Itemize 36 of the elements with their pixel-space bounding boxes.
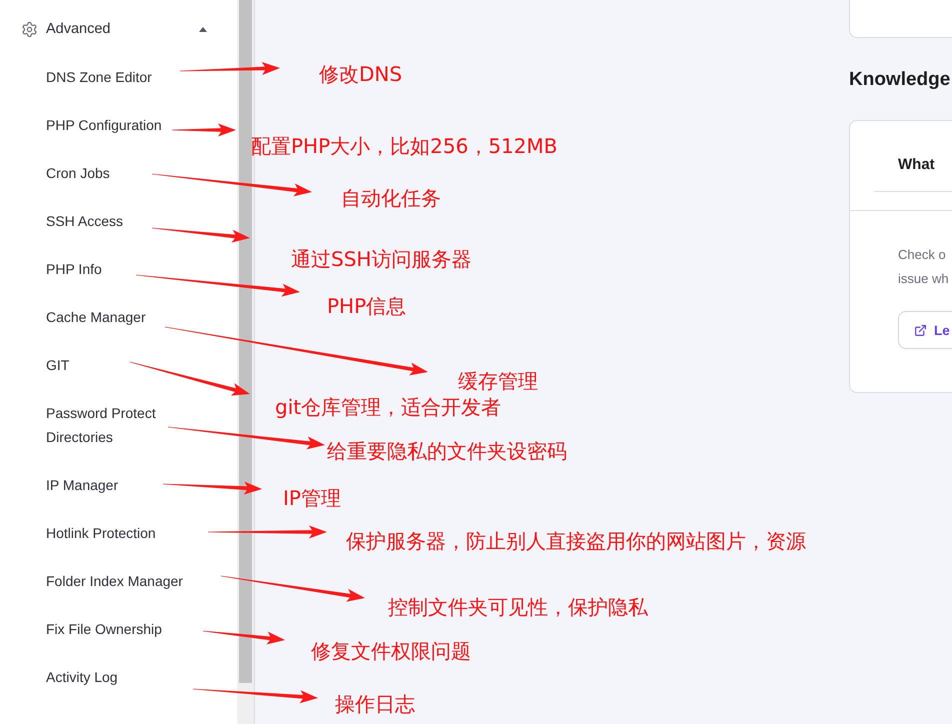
annotation-text: IP管理 bbox=[283, 485, 341, 511]
sidebar-link[interactable]: Activity Log bbox=[46, 653, 196, 701]
annotation-text: 通过SSH访问服务器 bbox=[291, 246, 472, 272]
card-text: issue wh bbox=[898, 270, 950, 288]
annotation-text: 保护服务器，防止别人直接盗用你的网站图片，资源 bbox=[346, 528, 806, 554]
annotation-text: 修改DNS bbox=[319, 61, 402, 87]
scrollbar-thumb[interactable] bbox=[239, 0, 252, 683]
arrow bbox=[172, 124, 236, 136]
sidebar-link[interactable]: PHP Info bbox=[46, 245, 196, 293]
annotation-text: 控制文件夹可见性，保护隐私 bbox=[388, 594, 648, 620]
sidebar-link[interactable]: Password Protect Directories bbox=[46, 389, 196, 461]
sidebar-link[interactable]: Fix File Ownership bbox=[46, 605, 196, 653]
annotation-text: 配置PHP大小，比如256，512MB bbox=[251, 133, 558, 159]
learn-more-button[interactable]: Le bbox=[898, 311, 952, 349]
sidebar-link[interactable]: SSH Access bbox=[46, 197, 196, 245]
annotation-text: 给重要隐私的文件夹设密码 bbox=[327, 438, 567, 464]
card-title: What bbox=[897, 155, 936, 175]
gear-icon bbox=[21, 20, 38, 38]
sidebar-link[interactable]: Hotlink Protection bbox=[46, 509, 196, 557]
card-text: Check o bbox=[898, 246, 947, 264]
annotation-text: 操作日志 bbox=[335, 691, 415, 717]
annotation-text: 修复文件权限问题 bbox=[311, 638, 471, 664]
external-link-icon bbox=[914, 324, 927, 336]
sidebar-link[interactable]: Cron Jobs bbox=[46, 149, 196, 197]
annotation-text: 缓存管理 bbox=[458, 368, 538, 394]
sidebar-link[interactable]: Cache Manager bbox=[46, 293, 196, 341]
sidebar-link[interactable]: Folder Index Manager bbox=[46, 557, 196, 605]
sidebar-link[interactable]: DNS Zone Editor bbox=[46, 53, 196, 101]
annotation-text: 自动化任务 bbox=[341, 185, 441, 211]
sidebar-link[interactable]: PHP Configuration bbox=[46, 101, 196, 149]
annotation-text: PHP信息 bbox=[327, 293, 406, 319]
sidebar-link[interactable]: IP Manager bbox=[46, 461, 196, 509]
section-toggle[interactable]: Advanced bbox=[21, 5, 207, 53]
section-heading: Knowledge bbox=[849, 68, 952, 92]
sidebar-link[interactable]: GIT bbox=[46, 341, 196, 389]
annotation-text: git仓库管理，适合开发者 bbox=[275, 394, 502, 420]
